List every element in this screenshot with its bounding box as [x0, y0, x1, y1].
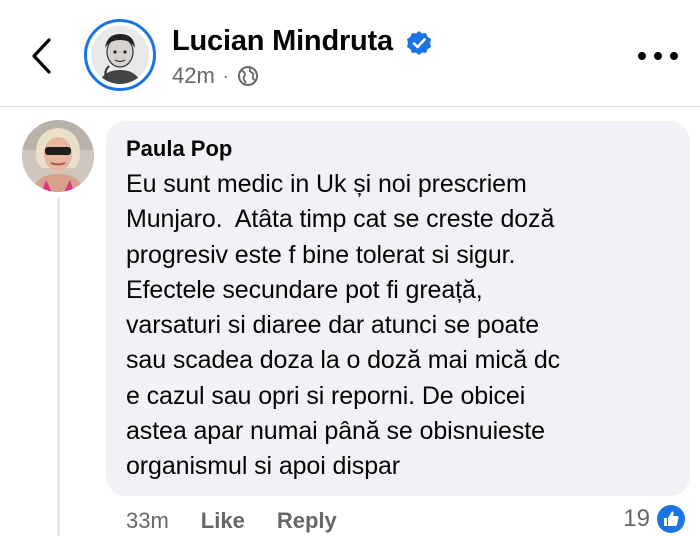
comment-actions: 33m Like Reply	[126, 505, 337, 536]
back-button[interactable]	[24, 34, 58, 78]
globe-icon	[237, 66, 258, 86]
more-options-button[interactable]	[638, 44, 678, 68]
post-meta: 42m ·	[172, 63, 259, 89]
like-button[interactable]: Like	[201, 508, 245, 534]
meta-separator: ·	[222, 65, 229, 86]
reaction-count: 19	[623, 505, 650, 532]
post-header: Lucian Mindruta 42m ·	[0, 0, 700, 106]
author-name[interactable]: Lucian Mindruta	[172, 23, 393, 59]
header-divider	[0, 106, 700, 107]
like-thumb-icon	[657, 505, 685, 533]
author-photo-icon	[91, 26, 149, 84]
comment-time: 33m	[126, 508, 169, 533]
thread-line	[57, 198, 60, 536]
more-dots-icon	[638, 52, 646, 60]
author-avatar[interactable]	[84, 19, 156, 91]
commenter-name[interactable]: Paula Pop	[126, 135, 672, 163]
verified-badge-icon	[407, 31, 431, 55]
commenter-photo-icon	[22, 120, 94, 192]
chevron-left-icon	[32, 38, 51, 74]
comment-text: Eu sunt medic in Uk și noi prescriem Mun…	[126, 170, 561, 481]
reaction-summary[interactable]: 19	[623, 502, 686, 536]
comment-bubble[interactable]: Paula Pop Eu sunt medic in Uk și noi pre…	[106, 121, 690, 496]
post-comment-screen: Lucian Mindruta 42m · Paula Pop Eu sunt …	[0, 0, 700, 536]
commenter-avatar[interactable]	[22, 120, 94, 192]
post-time[interactable]: 42m	[172, 63, 215, 89]
reply-button[interactable]: Reply	[277, 508, 337, 534]
